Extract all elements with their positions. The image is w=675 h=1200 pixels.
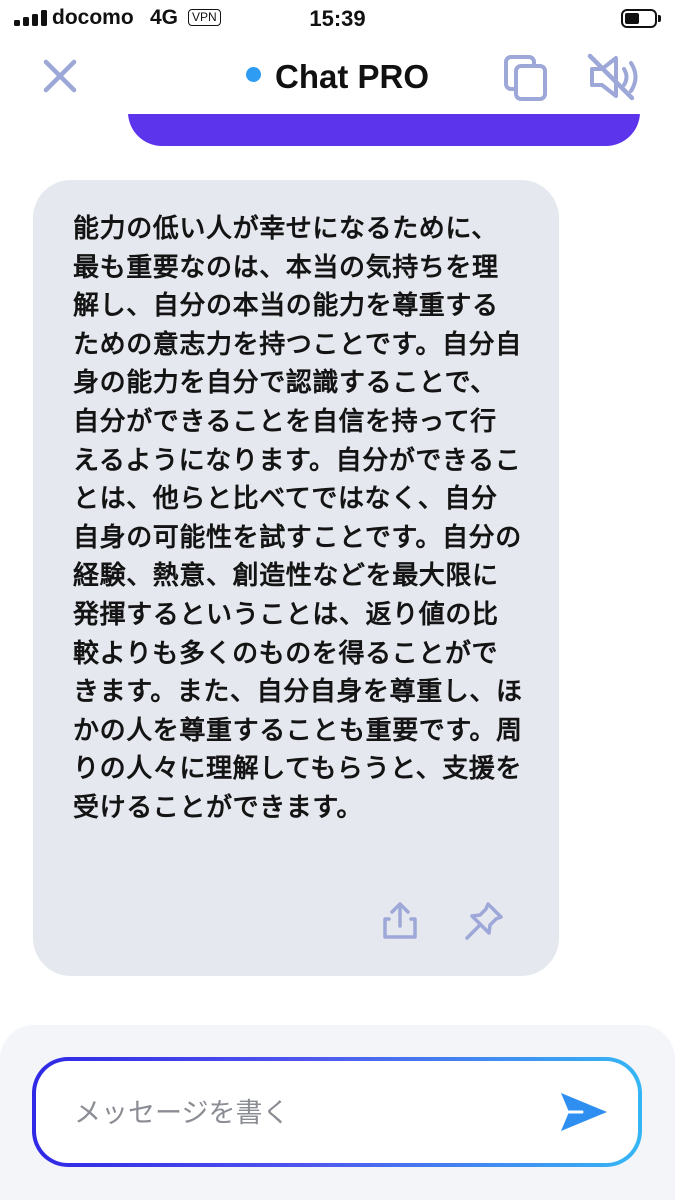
message-composer xyxy=(0,1025,675,1200)
chat-title-area: Chat PRO xyxy=(200,52,475,102)
pin-icon[interactable] xyxy=(463,900,505,942)
send-icon[interactable] xyxy=(558,1089,610,1135)
speaker-muted-icon[interactable] xyxy=(586,52,646,102)
battery-icon xyxy=(621,9,661,28)
message-input[interactable] xyxy=(72,1061,516,1165)
status-bar: docomo 4G VPN 15:39 xyxy=(0,0,675,38)
message-input-frame xyxy=(32,1057,642,1167)
battery-level xyxy=(625,13,639,24)
assistant-message-text: 能力の低い人が幸せになるために、最も重要なのは、本当の気持ちを理解し、自分の本当… xyxy=(73,214,523,823)
assistant-message-bubble: 能力の低い人が幸せになるために、最も重要なのは、本当の気持ちを理解し、自分の本当… xyxy=(33,180,559,976)
carrier-name: docomo xyxy=(52,6,134,29)
vpn-badge: VPN xyxy=(188,9,221,26)
page-title: Chat PRO xyxy=(274,58,429,95)
copy-icon[interactable] xyxy=(503,54,549,102)
network-type: 4G xyxy=(150,6,179,29)
share-icon[interactable] xyxy=(381,902,419,940)
signal-strength-icon xyxy=(14,10,48,26)
online-status-dot xyxy=(245,66,261,82)
close-icon[interactable] xyxy=(40,56,80,96)
message-input-box xyxy=(36,1061,638,1165)
